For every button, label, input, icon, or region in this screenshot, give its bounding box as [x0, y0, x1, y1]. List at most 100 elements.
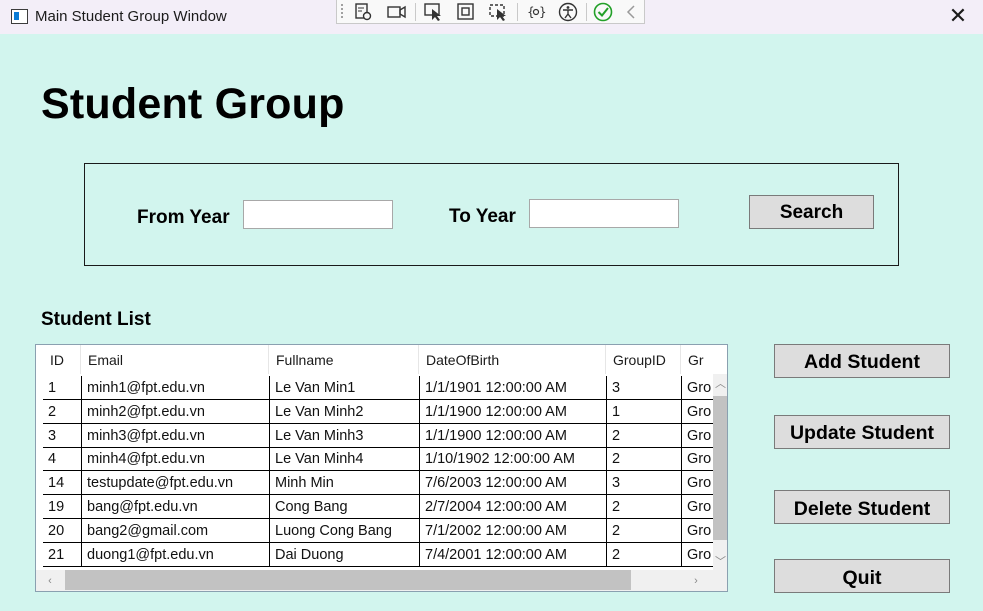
cell-groupid[interactable]: 1 — [606, 399, 681, 423]
cell-email[interactable]: duong1@fpt.edu.vn — [81, 542, 269, 566]
cell-group[interactable]: Gro — [681, 423, 713, 447]
select-element-icon[interactable] — [423, 2, 445, 22]
cell-email[interactable]: minh3@fpt.edu.vn — [81, 423, 269, 447]
toolbar-grip-icon[interactable] — [340, 3, 344, 20]
cell-group[interactable]: Gro — [681, 471, 713, 495]
page-title: Student Group — [41, 80, 345, 128]
cell-group[interactable]: Gro — [681, 376, 713, 399]
cell-id[interactable]: 3 — [43, 424, 81, 447]
cell-group[interactable]: Gro — [681, 542, 713, 566]
column-header-fullname[interactable]: Fullname — [269, 345, 419, 374]
cell-email[interactable]: minh4@fpt.edu.vn — [81, 447, 269, 471]
column-header-group[interactable]: Gr — [681, 345, 713, 374]
cell-dateofbirth[interactable]: 7/4/2001 12:00:00 AM — [419, 542, 606, 566]
checkmark-icon[interactable] — [592, 2, 614, 22]
cell-email[interactable]: testupdate@fpt.edu.vn — [81, 471, 269, 495]
add-student-button[interactable]: Add Student — [774, 344, 950, 378]
from-year-label: From Year — [137, 207, 230, 228]
table-row[interactable]: 14 testupdate@fpt.edu.vn Minh Min 7/6/2003 … — [43, 471, 713, 496]
cell-groupid[interactable]: 3 — [606, 471, 681, 495]
cell-group[interactable]: Gro — [681, 447, 713, 471]
from-year-input[interactable] — [243, 200, 393, 229]
cell-email[interactable]: bang2@gmail.com — [81, 518, 269, 542]
cell-fullname[interactable]: Le Van Minh2 — [269, 399, 419, 423]
xaml-debug-toolbar: {} — [336, 0, 645, 24]
cell-groupid[interactable]: 2 — [606, 423, 681, 447]
student-data-grid[interactable]: ID Email Fullname DateOfBirth GroupID Gr… — [35, 344, 728, 592]
search-button[interactable]: Search — [749, 195, 874, 229]
vertical-scrollbar[interactable]: ︿ ﹀ — [713, 374, 727, 570]
title-bar: Main Student Group Window {} ✕ — [0, 0, 983, 34]
cell-fullname[interactable]: Luong Cong Bang — [269, 518, 419, 542]
column-header-id[interactable]: ID — [43, 345, 81, 374]
preview-selection-icon[interactable] — [487, 2, 509, 22]
cell-id[interactable]: 19 — [43, 495, 81, 518]
scroll-left-icon[interactable]: ‹ — [42, 573, 58, 589]
display-layout-adorners-icon[interactable] — [455, 2, 477, 22]
cell-id[interactable]: 21 — [43, 543, 81, 566]
year-filter-panel: From Year To Year Search — [84, 163, 899, 266]
cell-dateofbirth[interactable]: 7/6/2003 12:00:00 AM — [419, 471, 606, 495]
cell-dateofbirth[interactable]: 1/1/1901 12:00:00 AM — [419, 376, 606, 399]
scroll-up-icon[interactable]: ︿ — [713, 376, 727, 392]
cell-id[interactable]: 14 — [43, 471, 81, 494]
table-row[interactable]: 2 minh2@fpt.edu.vn Le Van Minh2 1/1/1900 12… — [43, 399, 713, 424]
cell-group[interactable]: Gro — [681, 495, 713, 518]
column-header-groupid[interactable]: GroupID — [606, 345, 681, 374]
cell-dateofbirth[interactable]: 1/1/1900 12:00:00 AM — [419, 399, 606, 423]
cell-id[interactable]: 20 — [43, 519, 81, 542]
cell-fullname[interactable]: Le Van Minh4 — [269, 447, 419, 471]
table-row[interactable]: 21 duong1@fpt.edu.vn Dai Duong 7/4/2001 12:… — [43, 542, 713, 567]
cell-dateofbirth[interactable]: 2/7/2004 12:00:00 AM — [419, 495, 606, 518]
cell-groupid[interactable]: 2 — [606, 495, 681, 518]
table-row[interactable]: 19 bang@fpt.edu.vn Cong Bang 2/7/2004 12:00… — [43, 495, 713, 519]
collapse-chevron-icon[interactable] — [621, 2, 643, 22]
cell-id[interactable]: 4 — [43, 447, 81, 470]
cell-fullname[interactable]: Dai Duong — [269, 542, 419, 566]
quit-button[interactable]: Quit — [774, 559, 950, 593]
to-year-input[interactable] — [529, 199, 679, 228]
cell-email[interactable]: minh2@fpt.edu.vn — [81, 399, 269, 423]
binding-failures-icon[interactable]: {} — [525, 2, 547, 22]
cell-dateofbirth[interactable]: 1/10/1902 12:00:00 AM — [419, 447, 606, 471]
table-row[interactable]: 3 minh3@fpt.edu.vn Le Van Minh3 1/1/1900 12… — [43, 423, 713, 448]
table-row[interactable]: 20 bang2@gmail.com Luong Cong Bang 7/1/2002… — [43, 518, 713, 543]
to-year-label: To Year — [449, 206, 516, 227]
vertical-scroll-thumb[interactable] — [713, 396, 727, 540]
column-header-email[interactable]: Email — [81, 345, 269, 374]
horizontal-scrollbar[interactable]: ‹ › — [36, 570, 727, 591]
live-visual-tree-icon[interactable] — [352, 2, 374, 22]
accessibility-icon[interactable] — [557, 2, 579, 22]
scroll-right-icon[interactable]: › — [688, 573, 704, 589]
table-row[interactable]: 1 minh1@fpt.edu.vn Le Van Min1 1/1/1901 12:… — [43, 376, 713, 400]
cell-fullname[interactable]: Cong Bang — [269, 495, 419, 518]
scroll-down-icon[interactable]: ﹀ — [713, 554, 727, 570]
cell-dateofbirth[interactable]: 1/1/1900 12:00:00 AM — [419, 423, 606, 447]
cell-groupid[interactable]: 3 — [606, 376, 681, 399]
cell-groupid[interactable]: 2 — [606, 518, 681, 542]
update-student-button[interactable]: Update Student — [774, 415, 950, 449]
column-header-dateofbirth[interactable]: DateOfBirth — [419, 345, 606, 374]
cell-email[interactable]: minh1@fpt.edu.vn — [81, 376, 269, 399]
cell-fullname[interactable]: Minh Min — [269, 471, 419, 495]
student-list-label: Student List — [41, 309, 151, 330]
window-title: Main Student Group Window — [35, 8, 227, 25]
cell-group[interactable]: Gro — [681, 518, 713, 542]
grid-header: ID Email Fullname DateOfBirth GroupID Gr — [43, 345, 713, 374]
horizontal-scroll-thumb[interactable] — [65, 570, 631, 590]
cell-id[interactable]: 2 — [43, 400, 81, 423]
delete-student-button[interactable]: Delete Student — [774, 490, 950, 524]
cell-email[interactable]: bang@fpt.edu.vn — [81, 495, 269, 518]
app-window-icon — [11, 9, 28, 24]
track-focus-icon[interactable] — [385, 2, 407, 22]
close-icon[interactable]: ✕ — [947, 4, 969, 28]
cell-fullname[interactable]: Le Van Min1 — [269, 376, 419, 399]
cell-fullname[interactable]: Le Van Minh3 — [269, 423, 419, 447]
cell-id[interactable]: 1 — [43, 376, 81, 399]
svg-text:}: } — [539, 5, 547, 19]
cell-dateofbirth[interactable]: 7/1/2002 12:00:00 AM — [419, 518, 606, 542]
cell-group[interactable]: Gro — [681, 399, 713, 423]
table-row[interactable]: 4 minh4@fpt.edu.vn Le Van Minh4 1/10/1902 1… — [43, 447, 713, 472]
cell-groupid[interactable]: 2 — [606, 447, 681, 471]
cell-groupid[interactable]: 2 — [606, 542, 681, 566]
